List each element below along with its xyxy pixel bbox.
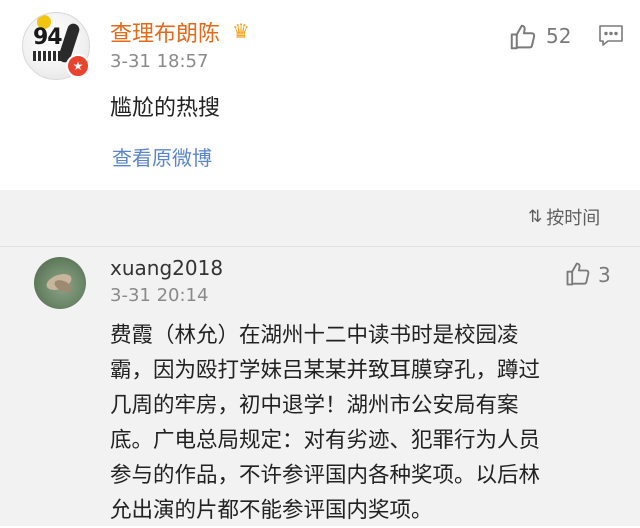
verified-badge-icon: ★ <box>66 54 90 78</box>
reply-text-line: 参与的作品，不许参评国内各种奖项。以后林 <box>110 463 541 488</box>
like-count: 52 <box>546 24 572 48</box>
avatar-number-art: 94 <box>33 25 63 50</box>
reply-timestamp: 3-31 20:14 <box>110 285 209 306</box>
reply-avatar[interactable] <box>34 257 86 309</box>
view-original-link[interactable]: 查看原微博 <box>112 142 212 171</box>
reply-text-line: 几周的牢房，初中退学！湖州市公安局有案 <box>110 393 519 418</box>
comment-text: 尴尬的热搜 <box>110 96 221 121</box>
reply-username[interactable]: xuang2018 <box>110 256 223 280</box>
reply-text: 费霞（林允）在湖州十二中读书时是校园凌 霸，因为殴打学妹吕某某并致耳膜穿孔，蹲过… <box>110 318 580 528</box>
reply-like-count: 3 <box>598 263 611 287</box>
divider <box>0 246 640 247</box>
thumbs-up-icon[interactable] <box>564 260 592 288</box>
sort-label: 按时间 <box>546 208 601 229</box>
crown-icon: ♛ <box>232 19 250 43</box>
reply-text-line: 底。广电总局规定：对有劣迹、犯罪行为人员 <box>110 428 541 453</box>
reply-text-line: 允出演的片都不能参评国内奖项。 <box>110 498 433 523</box>
comment-timestamp: 3-31 18:57 <box>110 51 209 72</box>
sort-icon: ⇅ <box>528 207 543 227</box>
sort-by-time-button[interactable]: ⇅ 按时间 <box>528 204 600 230</box>
comment-username[interactable]: 查理布朗陈 <box>110 16 220 48</box>
comment-icon[interactable] <box>598 24 624 48</box>
reply-text-line: 霸，因为殴打学妹吕某某并致耳膜穿孔，蹲过 <box>110 358 541 383</box>
thumbs-up-icon[interactable] <box>508 22 538 52</box>
reply-text-line: 费霞（林允）在湖州十二中读书时是校园凌 <box>110 323 519 348</box>
